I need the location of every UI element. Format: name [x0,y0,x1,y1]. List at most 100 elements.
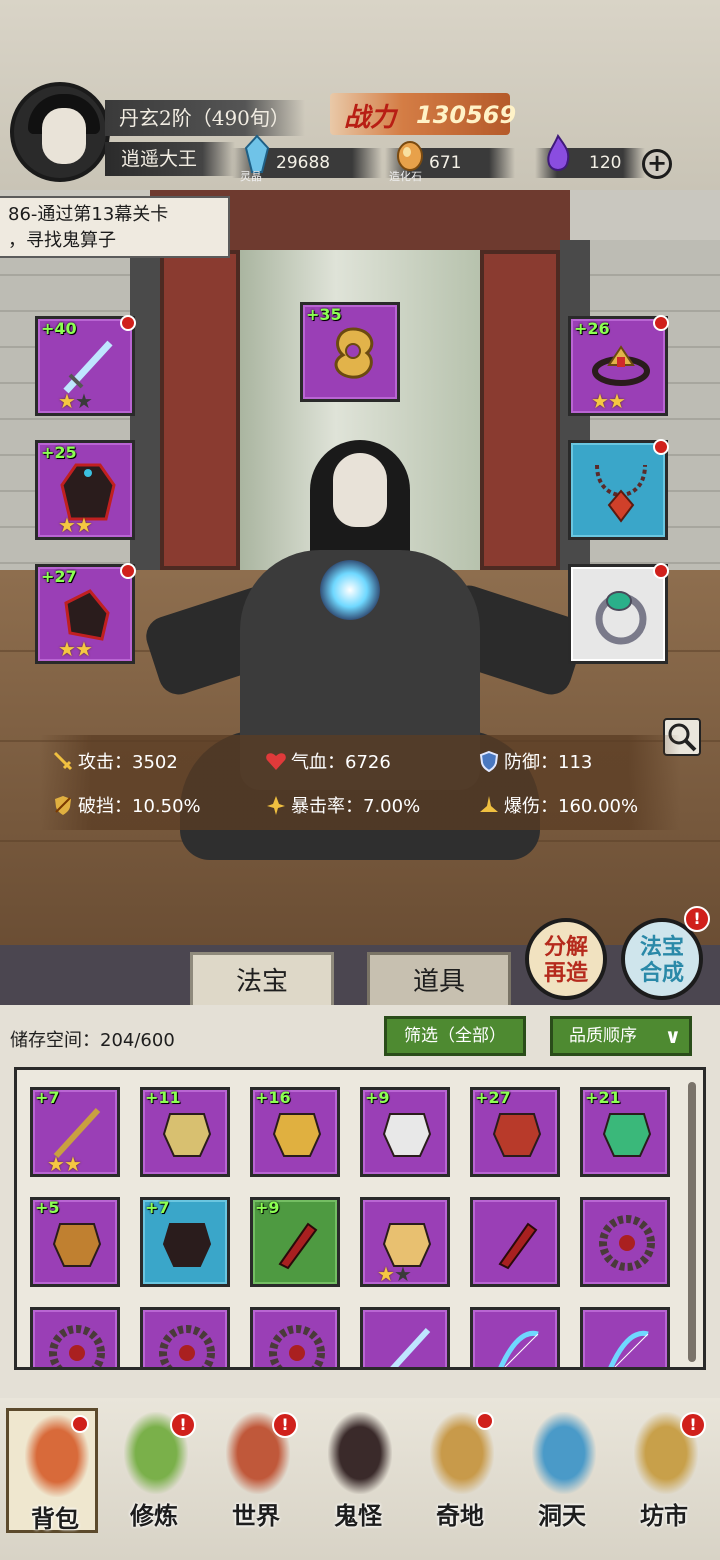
equip-slot-weapon[interactable]: +40 ★★ [35,315,136,416]
stat-value: 7.00% [363,796,421,817]
stat-crit-damage: 爆伤：160.00% [478,792,638,822]
star-rating: ★★ [591,389,626,413]
inventory-slot[interactable]: +16 [250,1087,340,1177]
break-icon [55,796,71,815]
equip-slot-headgear[interactable]: +26 ★★ [568,315,669,416]
star-icon: ★ [591,389,609,413]
inventory-slot[interactable]: +5 [30,1197,120,1287]
inventory-slot[interactable]: ★★ [360,1197,450,1287]
spirit-orb [320,560,380,620]
alert-badge [71,1415,89,1433]
meditating-character[interactable] [141,430,589,930]
equip-slot-necklace[interactable] [568,439,669,540]
item-level: +7 [35,1088,60,1107]
avatar-face [42,108,86,164]
star-icon: ★ [607,389,626,413]
stat-value: 113 [558,752,593,773]
add-resource-button[interactable]: + [642,149,672,179]
gold-crown-icon [272,1113,322,1157]
nav-cultivate[interactable]: 修炼! [108,1408,200,1533]
tab-treasure[interactable]: 法宝 [190,952,334,1006]
cultivation-rank: 丹玄2阶（490旬） [105,100,305,136]
nav-backpack[interactable]: 背包 [6,1408,98,1533]
inventory-slot[interactable] [360,1307,450,1367]
player-avatar[interactable] [10,82,110,182]
nav-ghost-egg[interactable]: 鬼怪 [312,1408,404,1533]
inventory-slot[interactable] [30,1307,120,1367]
nav-label: 洞天 [538,1501,586,1530]
equip-level: +35 [306,305,342,324]
star-icon: ★ [74,513,93,537]
crit-icon [267,796,285,815]
player-name: 逍遥大王 [105,142,235,176]
resource-value: 120 [589,153,622,173]
inventory-slot[interactable]: +9 [250,1197,340,1287]
synthesis-label: 法宝 [639,934,684,960]
equip-slot-armor[interactable]: +25 ★★ [35,440,135,540]
item-level: +11 [145,1088,181,1107]
star-icon: ★ [63,1152,82,1176]
tab-items[interactable]: 道具 [367,952,511,1006]
inventory-slot[interactable]: +21 [580,1087,670,1177]
item-level: +9 [255,1198,280,1217]
inventory-slot[interactable] [470,1197,560,1287]
red-dagger-icon [498,1222,538,1270]
thorn-wheel-icon [49,1325,105,1367]
item-level: +16 [255,1088,291,1107]
resource-creation-stone[interactable]: 造化石 671 [385,141,515,183]
equip-slot-ring[interactable] [568,563,669,664]
inventory-slot[interactable] [140,1307,230,1367]
inventory-slot[interactable]: +11 [140,1087,230,1177]
thorn-wheel-icon [599,1215,655,1271]
red-dot-badge [653,563,669,579]
equip-level: +27 [41,567,77,586]
stat-crit-rate: 暴击率：7.00% [265,792,420,822]
inventory-slot[interactable] [250,1307,340,1367]
combat-power: 战力 130569 [330,93,516,135]
nav-wonderland[interactable]: 奇地 [414,1408,506,1533]
inventory-slot[interactable] [470,1307,560,1367]
decompose-label: 再造 [543,960,588,986]
equip-level: +40 [41,319,77,338]
stat-value: 6726 [345,752,391,773]
resource-value: 671 [429,153,462,173]
stat-label: 破挡： [78,796,132,817]
inventory-slot[interactable]: +7 [140,1197,230,1287]
nav-grotto-portal[interactable]: 洞天 [516,1408,608,1533]
bow-icon [498,1330,539,1367]
inventory-grid[interactable]: +7 ★★ +11 +16 +9 +27 +21 +5 +7 +9 ★★ [14,1067,706,1370]
filter-button[interactable]: 筛选（全部） [384,1016,526,1056]
quest-tracker[interactable]: 86-通过第13幕关卡 ，寻找鬼算子 [0,196,230,258]
nav-world-scroll[interactable]: 世界! [210,1408,302,1533]
star-icon: ★ [58,389,76,413]
resource-spirit-crystal[interactable]: 灵晶 29688 [232,134,382,183]
inventory-slot[interactable] [580,1307,670,1367]
resource-purple-flame[interactable]: 120 [535,134,645,178]
inventory-slot[interactable]: +27 [470,1087,560,1177]
fan-icon [162,1113,212,1157]
inventory-slot[interactable]: +7 ★★ [30,1087,120,1177]
sort-dropdown[interactable]: 品质顺序 ∨ [550,1016,692,1056]
nav-market-cart[interactable]: 坊市! [618,1408,710,1533]
star-rating: ★★ [58,637,93,661]
star-icon: ★ [377,1262,395,1286]
equip-level: +25 [41,443,77,462]
nav-label: 奇地 [436,1501,484,1530]
equip-slot-charm[interactable]: +35 [300,302,400,402]
star-rating: ★★ [58,513,93,537]
resource-caption: 造化石 [389,170,422,183]
inventory-scrollbar[interactable] [688,1082,696,1362]
item-level: +7 [145,1198,170,1217]
stat-hp: 气血：6726 [265,748,391,778]
inventory-slot[interactable] [580,1197,670,1287]
star-icon: ★ [393,1262,412,1286]
stat-label: 暴击率： [291,796,363,817]
item-level: +21 [585,1088,621,1107]
inventory-slot[interactable]: +9 [360,1087,450,1177]
equip-slot-boots[interactable]: +27 ★★ [35,563,136,664]
decompose-button[interactable]: 分解 再造 [525,918,607,1000]
equip-level: +26 [574,319,610,338]
star-icon: ★ [74,637,93,661]
golden-cloud-charm-icon [334,327,374,379]
sword-icon [53,751,73,771]
